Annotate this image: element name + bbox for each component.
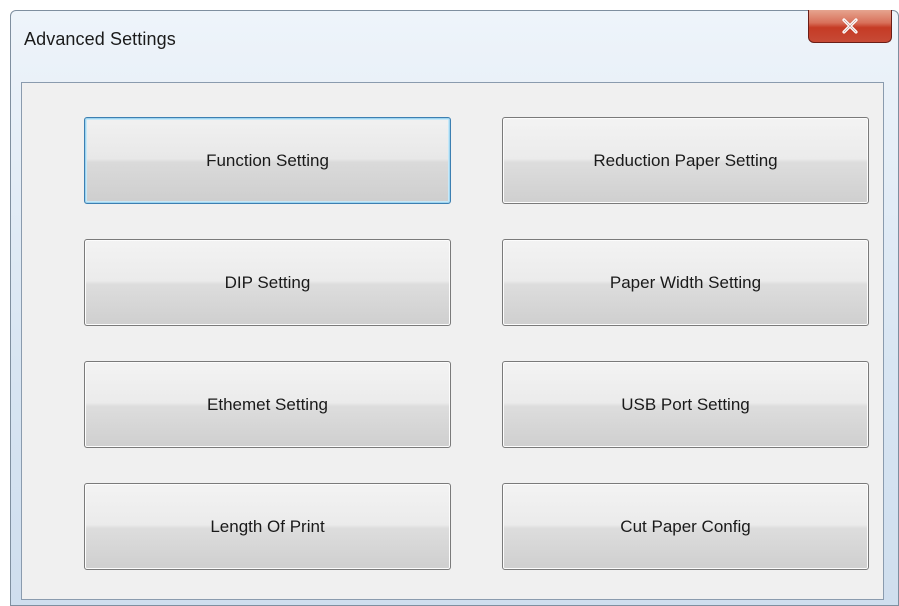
window-title: Advanced Settings [24,29,176,49]
usb-port-setting-button[interactable]: USB Port Setting [502,361,869,448]
reduction-paper-setting-button[interactable]: Reduction Paper Setting [502,117,869,204]
paper-width-setting-button[interactable]: Paper Width Setting [502,239,869,326]
ethernet-setting-button[interactable]: Ethemet Setting [84,361,451,448]
cut-paper-config-button[interactable]: Cut Paper Config [502,483,869,570]
function-setting-button[interactable]: Function Setting [84,117,451,204]
length-of-print-button[interactable]: Length Of Print [84,483,451,570]
title-bar[interactable]: Advanced Settings [11,10,898,61]
close-button[interactable] [808,10,892,43]
dip-setting-button[interactable]: DIP Setting [84,239,451,326]
advanced-settings-dialog: Advanced Settings Function Setting Reduc… [10,10,899,606]
dialog-content: Function Setting Reduction Paper Setting… [21,82,884,600]
close-icon [842,18,858,34]
